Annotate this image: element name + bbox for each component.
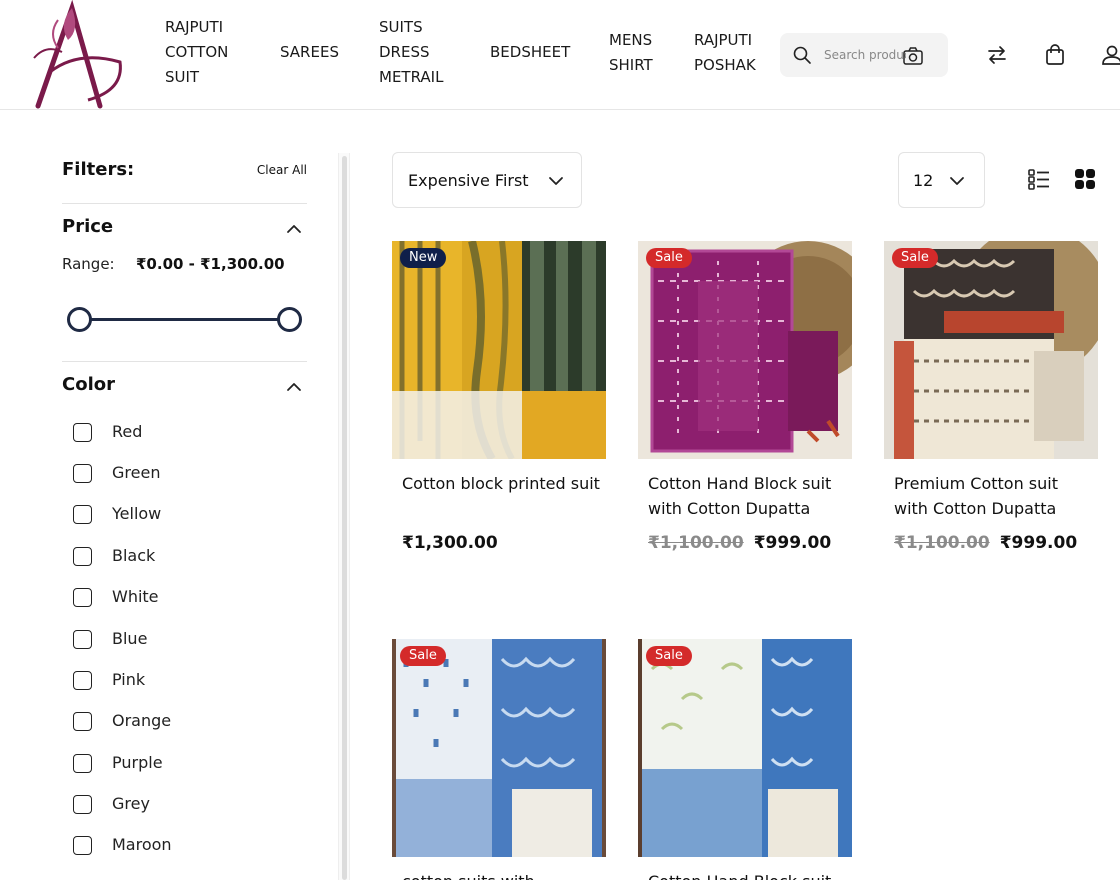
nav-rajputi-cotton-suit[interactable]: RAJPUTI COTTON SUIT — [165, 15, 245, 90]
product-name[interactable]: Cotton Hand Block suit with Cotton Dupat… — [648, 471, 848, 521]
sale-badge: Sale — [646, 646, 692, 666]
color-option-maroon[interactable]: Maroon — [73, 834, 293, 856]
nav-sarees[interactable]: SAREES — [280, 40, 339, 65]
color-label: Orange — [112, 711, 172, 730]
current-price: ₹1,300.00 — [402, 533, 498, 553]
grid-view-icon[interactable] — [1073, 167, 1097, 191]
original-price: ₹1,100.00 — [648, 533, 744, 553]
color-option-blue[interactable]: Blue — [73, 628, 293, 650]
color-label: Grey — [112, 794, 150, 813]
brand-logo[interactable] — [28, 0, 128, 110]
product-image[interactable]: Sale — [638, 241, 852, 459]
product-name[interactable]: Premium Cotton suit with Cotton Dupatta — [894, 471, 1094, 521]
color-option-pink[interactable]: Pink — [73, 669, 293, 691]
product-card[interactable]: Sale cotton suits with — [392, 639, 606, 880]
sort-dropdown[interactable]: Expensive First — [392, 152, 582, 208]
sale-badge: Sale — [400, 646, 446, 666]
color-option-white[interactable]: White — [73, 586, 293, 608]
original-price: ₹1,100.00 — [894, 533, 990, 553]
user-icon[interactable] — [1100, 43, 1120, 67]
price-slider-max-handle[interactable] — [277, 307, 302, 332]
chevron-down-icon — [947, 171, 967, 191]
new-badge: New — [400, 248, 447, 268]
product-name[interactable]: cotton suits with — [402, 869, 602, 880]
sort-selected-value: Expensive First — [408, 171, 529, 190]
current-price: ₹999.00 — [999, 533, 1078, 553]
search-input[interactable] — [824, 45, 906, 65]
search-icon[interactable] — [792, 45, 812, 65]
color-label: Yellow — [112, 504, 162, 523]
checkbox[interactable] — [73, 505, 92, 524]
product-name[interactable]: Cotton block printed suit — [402, 471, 602, 496]
color-label: Pink — [112, 670, 146, 689]
price-slider-min-handle[interactable] — [67, 307, 92, 332]
scrollbar-thumb[interactable] — [342, 156, 347, 880]
product-image[interactable]: Sale — [392, 639, 606, 857]
checkbox[interactable] — [73, 795, 92, 814]
sale-badge: Sale — [892, 248, 938, 268]
color-label: Green — [112, 463, 161, 482]
color-option-green[interactable]: Green — [73, 462, 293, 484]
shopping-bag-icon[interactable] — [1043, 43, 1067, 67]
price-range-label: Range: — [62, 255, 115, 273]
sidebar-scrollbar[interactable] — [338, 153, 350, 880]
checkbox[interactable] — [73, 464, 92, 483]
color-label: White — [112, 587, 159, 606]
clear-all-button[interactable]: Clear All — [240, 163, 307, 177]
site-header: RAJPUTI COTTON SUIT SAREES SUITS DRESS M… — [0, 0, 1120, 110]
checkbox[interactable] — [73, 547, 92, 566]
divider — [62, 361, 307, 362]
product-card[interactable]: Sale Premium Cotton suit with Cotton Dup… — [884, 241, 1098, 571]
color-label: Red — [112, 422, 143, 441]
color-option-purple[interactable]: Purple — [73, 752, 293, 774]
color-section-title: Color — [62, 374, 115, 395]
price-range-value: ₹0.00 - ₹1,300.00 — [136, 255, 285, 273]
nav-rajputi-poshak[interactable]: RAJPUTI POSHAK — [694, 28, 774, 78]
price-section-title: Price — [62, 216, 114, 237]
checkbox[interactable] — [73, 754, 92, 773]
checkbox[interactable] — [73, 630, 92, 649]
color-label: Purple — [112, 753, 163, 772]
color-option-black[interactable]: Black — [73, 545, 293, 567]
price-slider-track[interactable] — [80, 318, 290, 321]
color-label: Maroon — [112, 835, 172, 854]
compare-arrows-icon[interactable] — [985, 43, 1009, 67]
color-label: Blue — [112, 629, 148, 648]
color-option-grey[interactable]: Grey — [73, 793, 293, 815]
checkbox[interactable] — [73, 712, 92, 731]
color-option-red[interactable]: Red — [73, 421, 293, 443]
color-option-yellow[interactable]: Yellow — [73, 503, 293, 525]
product-price: ₹1,100.00 ₹999.00 — [648, 533, 831, 553]
product-image[interactable]: Sale — [884, 241, 1098, 459]
product-card[interactable]: Sale Cotton Hand Block suit with Cotton … — [638, 241, 852, 571]
chevron-up-icon[interactable] — [284, 219, 304, 239]
filters-title: Filters: — [62, 159, 135, 180]
per-page-dropdown[interactable]: 12 — [898, 152, 985, 208]
nav-bedsheet[interactable]: BEDSHEET — [490, 40, 570, 65]
list-view-icon[interactable] — [1027, 167, 1051, 191]
checkbox[interactable] — [73, 423, 92, 442]
product-card[interactable]: Sale Cotton Hand Block suit — [638, 639, 852, 880]
product-name[interactable]: Cotton Hand Block suit — [648, 869, 848, 880]
nav-suits-dress-metrail[interactable]: SUITS DRESS METRAIL — [379, 15, 459, 90]
divider — [62, 203, 307, 204]
product-image[interactable]: New — [392, 241, 606, 459]
chevron-up-icon[interactable] — [284, 377, 304, 397]
sale-badge: Sale — [646, 248, 692, 268]
current-price: ₹999.00 — [753, 533, 832, 553]
nav-mens-shirt[interactable]: MENS SHIRT — [609, 28, 669, 78]
checkbox[interactable] — [73, 836, 92, 855]
per-page-selected-value: 12 — [913, 171, 934, 190]
product-image[interactable]: Sale — [638, 639, 852, 857]
search-bar — [780, 33, 948, 77]
product-price: ₹1,100.00 ₹999.00 — [894, 533, 1077, 553]
checkbox[interactable] — [73, 588, 92, 607]
checkbox[interactable] — [73, 671, 92, 690]
camera-icon[interactable] — [902, 45, 924, 67]
color-label: Black — [112, 546, 156, 565]
chevron-down-icon — [546, 171, 566, 191]
product-price: ₹1,300.00 — [402, 533, 498, 553]
product-card[interactable]: New Cotton block printed suit ₹1,300.00 — [392, 241, 606, 571]
color-option-orange[interactable]: Orange — [73, 710, 293, 732]
